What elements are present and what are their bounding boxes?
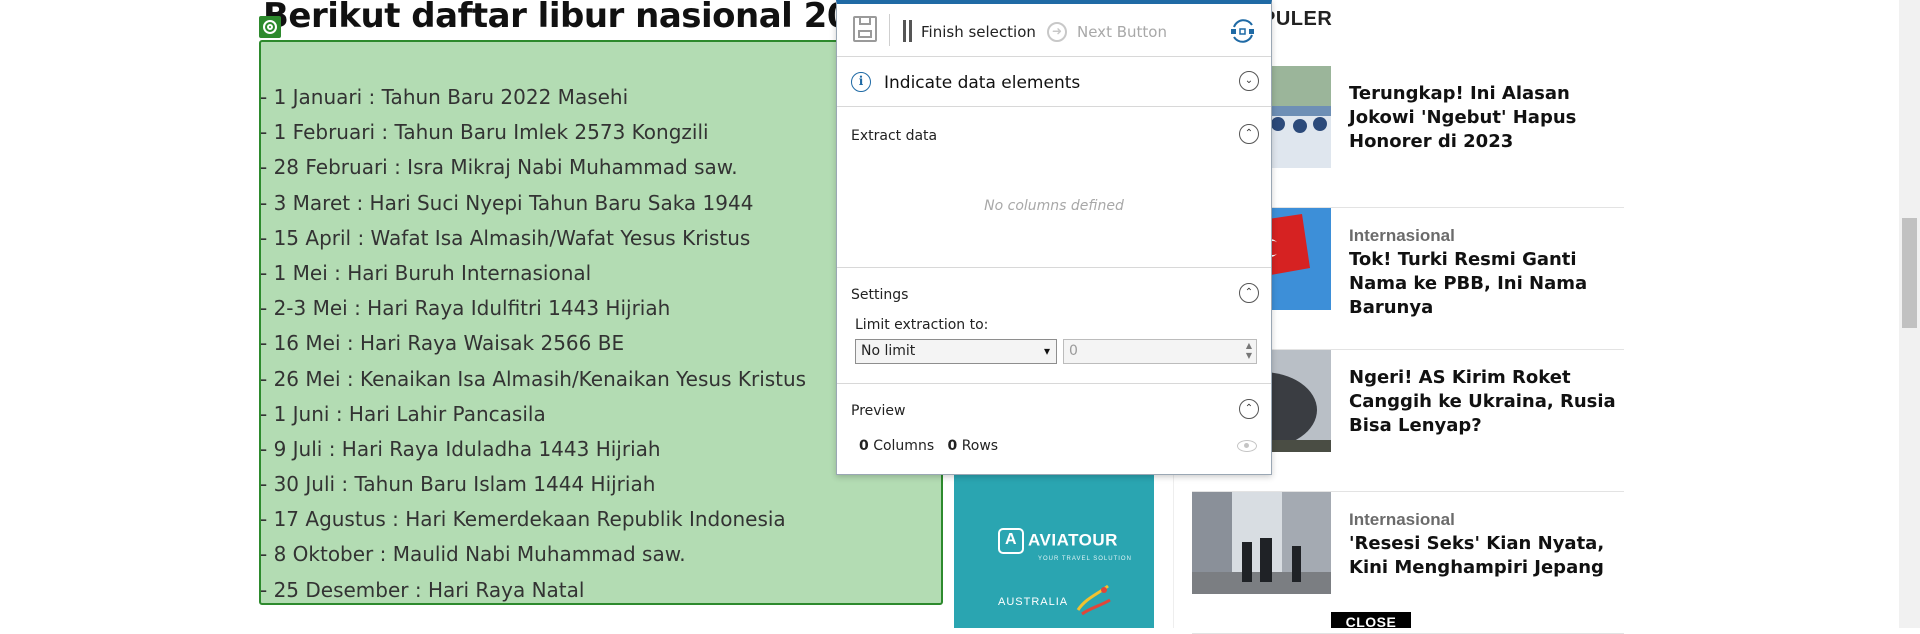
target-icon[interactable]	[259, 16, 281, 38]
info-icon: i	[851, 72, 871, 92]
close-button[interactable]: CLOSE	[1331, 612, 1411, 630]
indicate-data-elements[interactable]: Indicate data elements	[884, 73, 1080, 93]
aviatour-logo-icon	[998, 528, 1024, 554]
limit-extraction-select[interactable]: No limit	[855, 339, 1057, 364]
preview-title: Preview	[851, 403, 906, 419]
news-thumbnail[interactable]	[1192, 492, 1331, 594]
columns-label: Columns	[873, 438, 935, 454]
limit-number-value: 0	[1069, 343, 1078, 359]
rows-count: 0	[947, 438, 958, 454]
list-item: - 3 Maret : Hari Suci Nyepi Tahun Baru S…	[260, 190, 754, 215]
kangaroo-icon	[1076, 584, 1111, 616]
extract-data-title: Extract data	[851, 128, 938, 144]
finish-selection-button[interactable]: Finish selection	[921, 23, 1036, 41]
list-item: - 2-3 Mei : Hari Raya Idulfitri 1443 Hij…	[260, 296, 671, 321]
empty-columns-note: No columns defined	[984, 198, 1124, 214]
article-heading: Berikut daftar libur nasional 2022:	[263, 0, 910, 36]
list-item: - 16 Mei : Hari Raya Waisak 2566 BE	[260, 331, 625, 356]
limit-extraction-label: Limit extraction to:	[855, 317, 989, 333]
list-item: - 17 Agustus : Hari Kemerdekaan Republik…	[260, 507, 786, 532]
next-button-icon[interactable]: ➜	[1047, 22, 1067, 42]
settings-section: Settings ⌃ Limit extraction to: No limit…	[837, 267, 1271, 384]
next-button[interactable]: Next Button	[1077, 23, 1167, 41]
eye-icon[interactable]	[1237, 440, 1257, 452]
scrollbar-thumb[interactable]	[1902, 218, 1917, 328]
list-item: - 30 Juli : Tahun Baru Islam 1444 Hijria…	[260, 472, 656, 497]
popular-heading: PULER	[1262, 8, 1333, 30]
news-title[interactable]: Tok! Turki Resmi Ganti Nama ke PBB, Ini …	[1349, 248, 1627, 320]
save-icon[interactable]	[853, 16, 877, 42]
list-item: - 9 Juli : Hari Raya Iduladha 1443 Hijri…	[260, 436, 661, 461]
list-item: - 1 Februari : Tahun Baru Imlek 2573 Kon…	[260, 120, 709, 145]
list-item: - 1 Januari : Tahun Baru 2022 Masehi	[260, 85, 629, 109]
list-item: - 1 Juni : Hari Lahir Pancasila	[260, 401, 546, 426]
chevron-down-icon[interactable]: ⌄	[1239, 71, 1259, 91]
holiday-list: - 1 Januari : Tahun Baru 2022 Masehi - 1…	[260, 82, 806, 610]
extract-section: Extract data ⌃ No columns defined	[837, 106, 1271, 268]
limit-number-stepper[interactable]: 0 ▲ ▼	[1063, 339, 1257, 364]
indicate-section[interactable]: i Indicate data elements ⌄	[837, 56, 1271, 107]
news-title[interactable]: Ngeri! AS Kirim Roket Canggih ke Ukraina…	[1349, 366, 1627, 438]
ad-brand: AVIATOUR	[1028, 530, 1118, 550]
ad-tagline: YOUR TRAVEL SOLUTION	[1038, 556, 1132, 562]
stepper-arrows-icon[interactable]: ▲ ▼	[1246, 341, 1252, 361]
rows-label: Rows	[961, 438, 999, 454]
list-item: - 15 April : Wafat Isa Almasih/Wafat Yes…	[260, 225, 751, 250]
data-extraction-panel: Finish selection ➜ Next Button i Indicat…	[836, 0, 1272, 475]
advertisement-banner[interactable]: AVIATOUR YOUR TRAVEL SOLUTION AUSTRALIA	[954, 474, 1154, 628]
news-title[interactable]: 'Resesi Seks' Kian Nyata, Kini Menghampi…	[1349, 532, 1627, 580]
list-item: - 25 Desember : Hari Raya Natal	[260, 577, 585, 602]
refresh-selection-icon[interactable]	[1229, 18, 1257, 44]
preview-section: Preview ⌃ 0 Columns 0 Rows	[837, 383, 1271, 475]
panel-toolbar: Finish selection ➜ Next Button	[837, 4, 1271, 57]
settings-title: Settings	[851, 287, 909, 303]
list-item: - 28 Februari : Isra Mikraj Nabi Muhamma…	[260, 155, 738, 180]
list-item: - 8 Oktober : Maulid Nabi Muhammad saw.	[260, 542, 686, 567]
list-item: - 26 Mei : Kenaikan Isa Almasih/Kenaikan…	[260, 366, 807, 391]
columns-count: 0	[859, 438, 869, 454]
ad-logo: AVIATOUR	[998, 528, 1118, 554]
chevron-up-icon[interactable]: ⌃	[1239, 399, 1259, 419]
ad-country: AUSTRALIA	[998, 596, 1069, 608]
list-item: - 1 Mei : Hari Buruh Internasional	[260, 260, 592, 285]
limit-select-value: No limit	[861, 343, 916, 359]
news-category[interactable]: Internasional	[1349, 226, 1455, 246]
chevron-up-icon[interactable]: ⌃	[1239, 283, 1259, 303]
toolbar-divider	[889, 14, 890, 46]
news-title[interactable]: Terungkap! Ini Alasan Jokowi 'Ngebut' Ha…	[1349, 82, 1627, 154]
finish-selection-icon[interactable]	[903, 20, 915, 42]
news-category[interactable]: Internasional	[1349, 510, 1455, 530]
chevron-up-icon[interactable]: ⌃	[1239, 124, 1259, 144]
preview-counts: 0 Columns 0 Rows	[859, 438, 998, 454]
